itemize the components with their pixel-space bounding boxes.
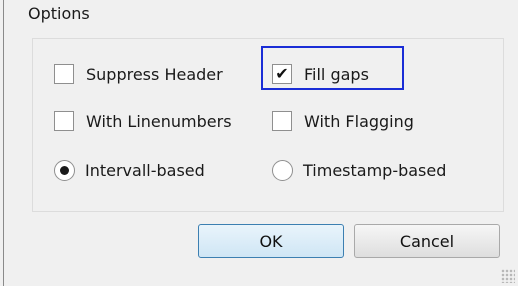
with-linenumbers-label: With Linenumbers <box>86 111 232 131</box>
ok-button[interactable]: OK <box>198 224 344 258</box>
intervall-based-label: Intervall-based <box>85 160 205 180</box>
intervall-based-radio[interactable]: Intervall-based <box>54 155 205 185</box>
with-flagging-label: With Flagging <box>304 111 414 131</box>
resize-grip-icon[interactable] <box>501 269 515 283</box>
radio-selected-dot-icon <box>60 165 69 175</box>
timestamp-based-radio[interactable]: Timestamp-based <box>272 155 446 185</box>
suppress-header-checkbox[interactable]: Suppress Header <box>54 59 223 89</box>
with-linenumbers-box[interactable] <box>54 111 74 131</box>
dialog-left-edge <box>0 0 4 286</box>
timestamp-based-label: Timestamp-based <box>303 160 447 180</box>
suppress-header-label: Suppress Header <box>86 64 223 84</box>
with-linenumbers-checkbox[interactable]: With Linenumbers <box>54 106 232 136</box>
focus-ring <box>261 46 404 90</box>
suppress-header-box[interactable] <box>54 64 74 84</box>
options-groupbox-title: Options <box>28 4 90 23</box>
intervall-based-radio-button[interactable] <box>54 159 75 181</box>
with-flagging-checkbox[interactable]: With Flagging <box>272 106 414 136</box>
timestamp-based-radio-button[interactable] <box>272 159 293 181</box>
with-flagging-box[interactable] <box>272 111 292 131</box>
cancel-button[interactable]: Cancel <box>354 224 500 258</box>
